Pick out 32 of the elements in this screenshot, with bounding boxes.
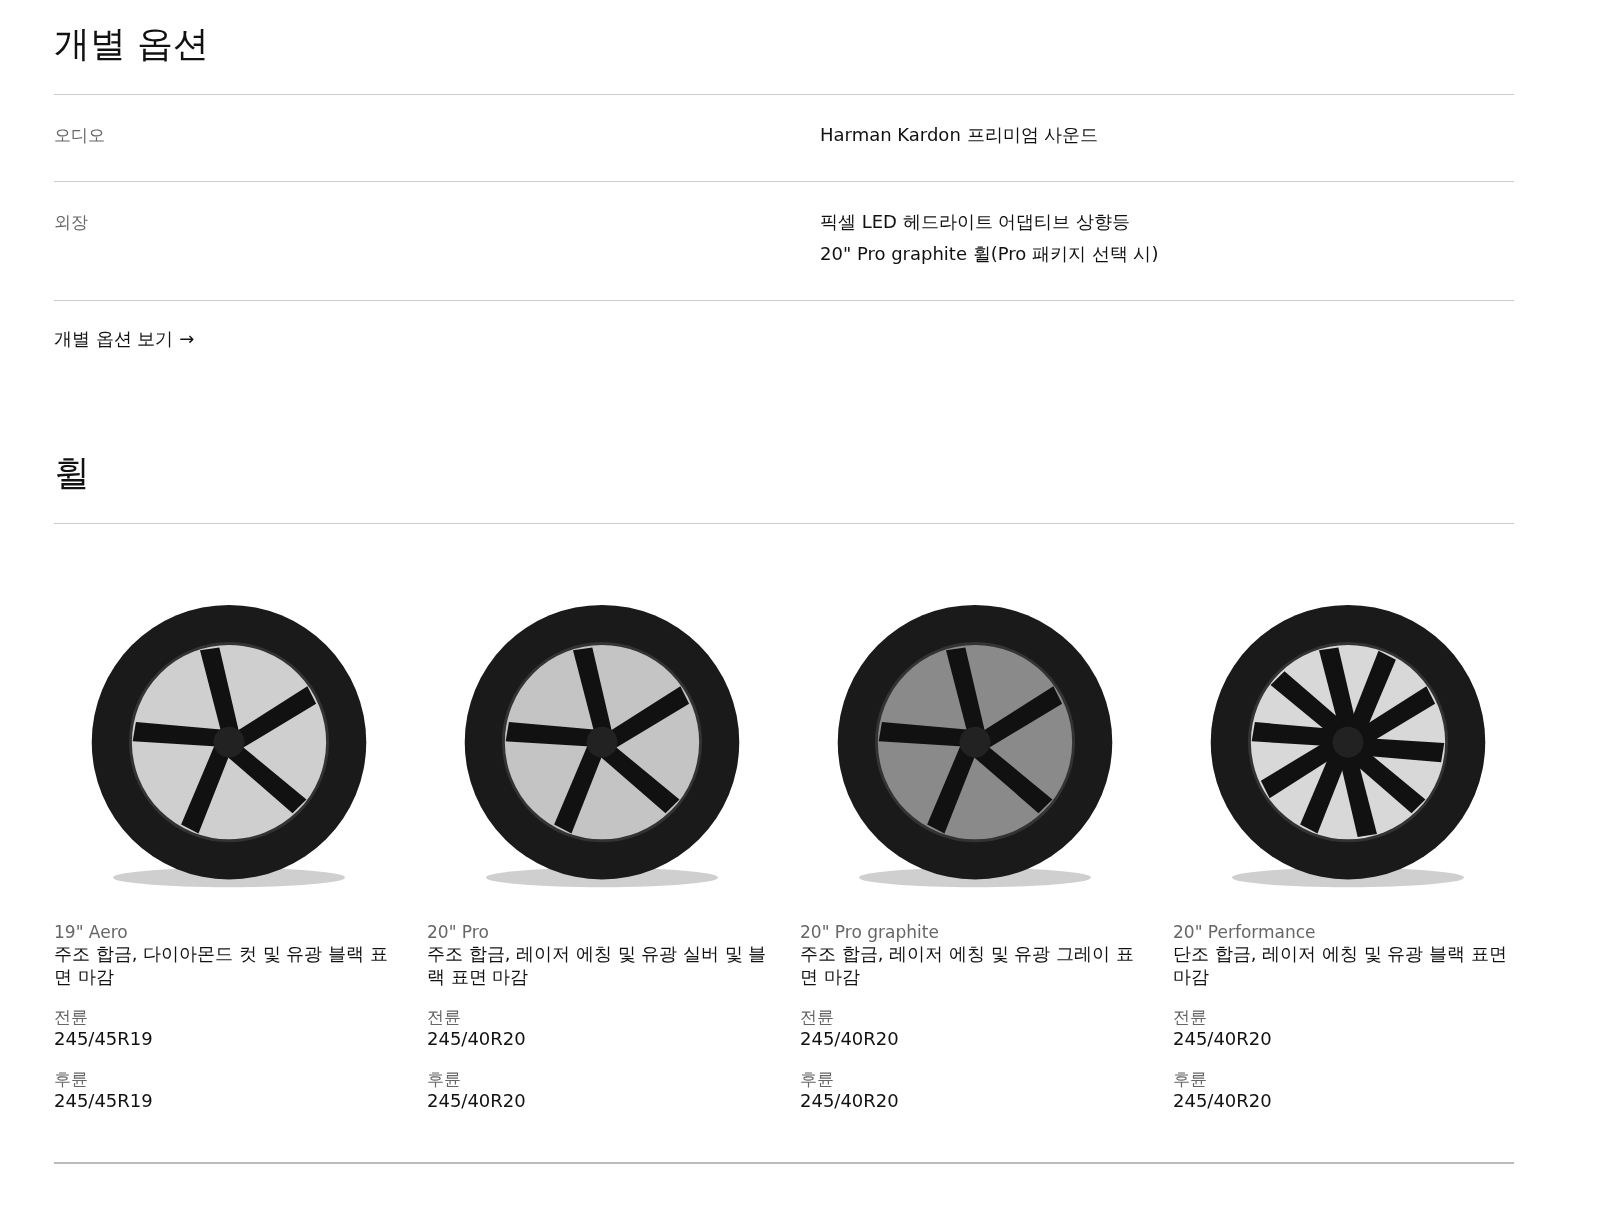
- option-value: Harman Kardon 프리미엄 사운드: [820, 123, 1099, 147]
- wheel-description: 주조 합금, 레이저 에칭 및 유광 실버 및 블랙 표면 마감: [427, 942, 768, 988]
- option-value: 픽셀 LED 헤드라이트 어댑티브 상향등: [820, 210, 1132, 234]
- wheel-description: 주조 합금, 다이아몬드 컷 및 유광 블랙 표면 마감: [54, 942, 389, 988]
- tire-size: 245/40R20: [1173, 1090, 1273, 1112]
- wheel-name: 20" Pro graphite: [800, 922, 940, 942]
- tire-label: 전륜: [1173, 1006, 1208, 1028]
- tire-label: 전륜: [427, 1006, 462, 1028]
- section-title: 개별 옵션: [54, 0, 1514, 95]
- tire-size: 245/40R20: [427, 1090, 527, 1112]
- tire-size: 245/40R20: [800, 1090, 900, 1112]
- section-title: 휠: [54, 451, 1514, 524]
- wheel-name: 20" Performance: [1173, 922, 1317, 942]
- options-link[interactable]: 개별 옵션 보기 →: [54, 327, 195, 351]
- option-value: 20" Pro graphite 휠(Pro 패키지 선택 시): [820, 242, 1159, 266]
- tire-label: 전륜: [54, 1006, 89, 1028]
- option-category: 오디오: [54, 124, 106, 147]
- tire-size: 245/40R20: [800, 1028, 900, 1050]
- option-category: 외장: [54, 211, 89, 234]
- tire-label: 후륜: [54, 1068, 89, 1090]
- tire-size: 245/45R19: [54, 1090, 154, 1112]
- wheel-description: 주조 합금, 레이저 에칭 및 유광 그레이 표면 마감: [800, 942, 1135, 988]
- wheel-name: 19" Aero: [54, 922, 129, 942]
- tire-size: 245/40R20: [427, 1028, 527, 1050]
- tire-label: 후륜: [800, 1068, 835, 1090]
- tire-size: 245/45R19: [54, 1028, 154, 1050]
- wheel-name: 20" Pro: [427, 922, 490, 942]
- tire-label: 후륜: [427, 1068, 462, 1090]
- wheel-description: 단조 합금, 레이저 에칭 및 유광 블랙 표면 마감: [1173, 942, 1508, 988]
- tire-label: 후륜: [1173, 1068, 1208, 1090]
- tire-label: 전륜: [800, 1006, 835, 1028]
- tire-size: 245/40R20: [1173, 1028, 1273, 1050]
